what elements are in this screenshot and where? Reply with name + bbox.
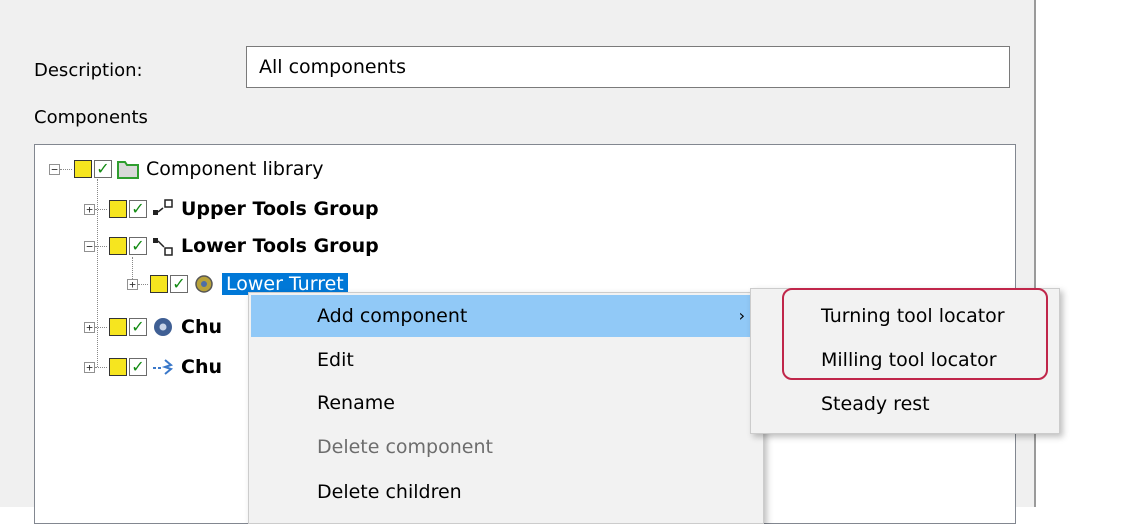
expand-icon[interactable]: + xyxy=(84,203,95,215)
expand-icon[interactable]: + xyxy=(84,321,95,333)
tree-item-upper-tools-group[interactable]: + ✓ Upper Tools Group xyxy=(84,194,379,224)
submenu-arrow-icon: › xyxy=(738,306,745,325)
collapse-icon[interactable]: − xyxy=(49,163,60,175)
tools-group-icon xyxy=(153,199,173,215)
menu-item-rename[interactable]: Rename xyxy=(251,382,759,424)
tree-item-label: Component library xyxy=(146,158,324,180)
menu-item-label: Delete children xyxy=(317,481,462,503)
checkbox[interactable]: ✓ xyxy=(129,318,147,336)
state-box-icon xyxy=(109,237,127,255)
checkbox[interactable]: ✓ xyxy=(129,358,147,376)
state-box-icon xyxy=(109,318,127,336)
menu-item-steady-rest[interactable]: Steady rest xyxy=(753,383,1055,425)
checkbox[interactable]: ✓ xyxy=(129,200,147,218)
checkbox[interactable]: ✓ xyxy=(94,160,112,178)
state-box-icon xyxy=(109,358,127,376)
expand-icon[interactable]: + xyxy=(127,278,138,290)
menu-item-label: Rename xyxy=(317,392,395,414)
checkbox[interactable]: ✓ xyxy=(129,237,147,255)
state-box-icon xyxy=(74,160,92,178)
tree-item-label: Chu xyxy=(181,356,222,378)
tree-item-label: Lower Tools Group xyxy=(181,235,379,257)
state-box-icon xyxy=(150,275,168,293)
menu-item-label: Edit xyxy=(317,349,354,371)
tree-root[interactable]: − ✓ Component library xyxy=(49,154,323,184)
menu-item-label: Add component xyxy=(317,305,468,327)
folder-icon xyxy=(117,161,139,179)
context-menu: Add component › Edit Rename Delete compo… xyxy=(248,292,764,524)
turret-icon xyxy=(195,275,213,293)
menu-item-edit[interactable]: Edit xyxy=(251,339,759,381)
callout-highlight xyxy=(782,288,1048,380)
description-field[interactable]: All components xyxy=(246,46,1010,88)
tools-group-icon xyxy=(153,238,173,256)
checkbox[interactable]: ✓ xyxy=(170,275,188,293)
tree-item-label: Upper Tools Group xyxy=(181,198,379,220)
components-label: Components xyxy=(34,107,148,128)
tree-item-chuck[interactable]: + ✓ Chu xyxy=(84,312,222,342)
menu-item-delete-component: Delete component xyxy=(251,426,759,468)
state-box-icon xyxy=(109,200,127,218)
expand-icon[interactable]: + xyxy=(84,361,95,373)
tree-item-label: Chu xyxy=(181,316,222,338)
tree-item-lower-tools-group[interactable]: − ✓ Lower Tools Group xyxy=(84,231,379,261)
collapse-icon[interactable]: − xyxy=(84,240,95,252)
menu-item-label: Steady rest xyxy=(821,393,930,415)
chuck-jaws-icon xyxy=(153,359,174,375)
description-label: Description: xyxy=(34,60,143,81)
tree-item-chuck[interactable]: + ✓ Chu xyxy=(84,352,222,382)
menu-item-label: Delete component xyxy=(317,436,493,458)
menu-item-add-component[interactable]: Add component › xyxy=(251,295,759,337)
chuck-icon xyxy=(154,318,172,336)
